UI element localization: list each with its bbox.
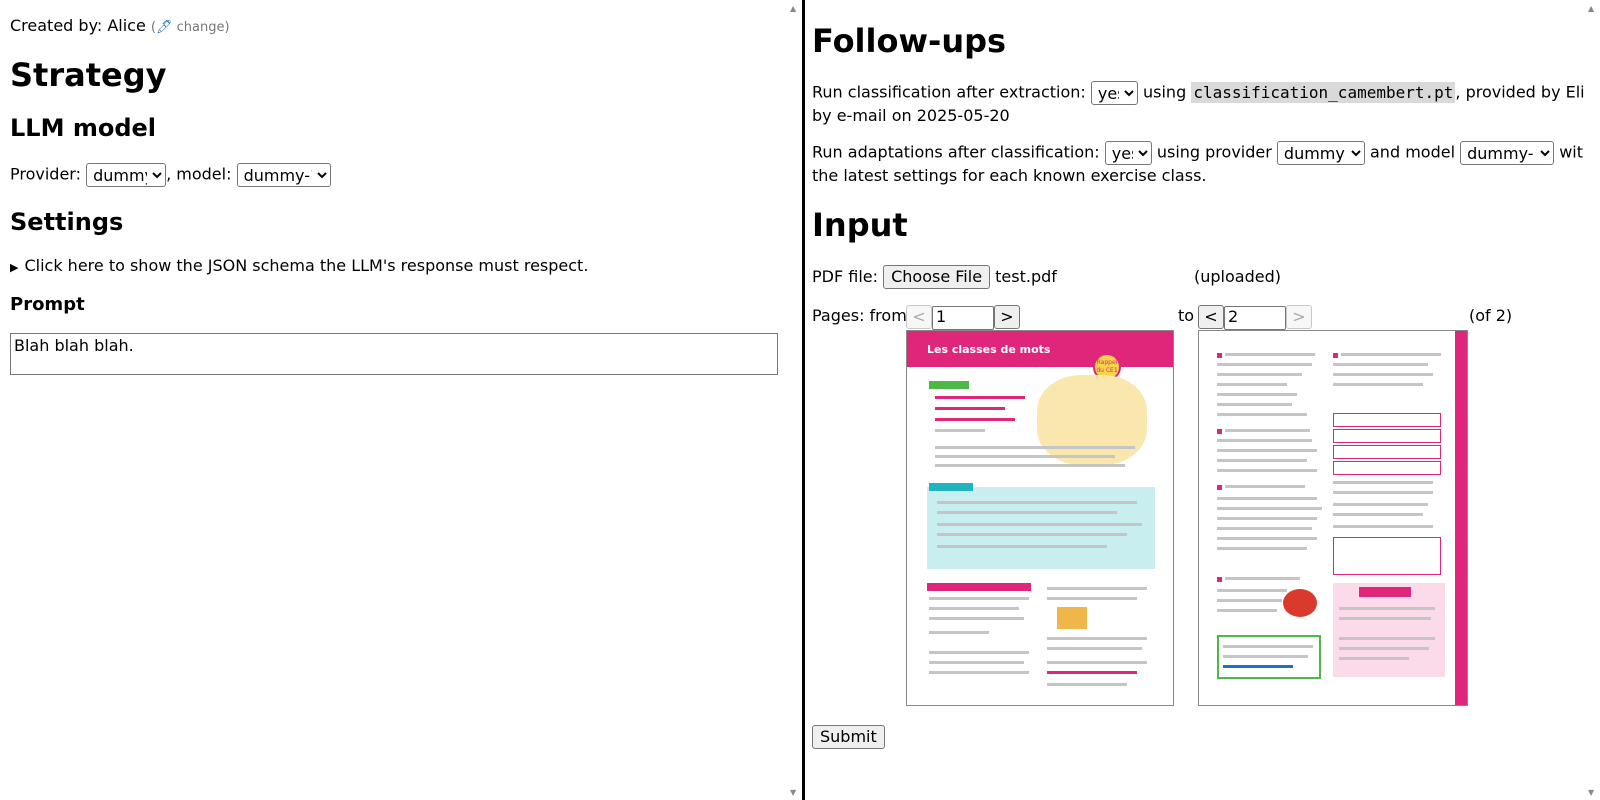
scroll-down-icon[interactable]: ▼ [790,788,796,797]
submit-row: Submit [812,725,885,749]
model-select[interactable]: dummy-1 [236,163,331,187]
adaptation-row: Run adaptations after classification: ye… [812,141,1584,165]
to-next-button[interactable]: > [1286,305,1312,329]
upload-status: (uploaded) [1194,267,1281,286]
page-2-side-strip [1455,331,1467,705]
change-link[interactable]: change [177,20,225,35]
disclosure-label: Click here to show the JSON schema the L… [24,256,589,275]
input-heading: Input [812,206,908,244]
file-name: test.pdf [995,267,1057,286]
from-controls: <1 > [906,305,1020,330]
prompt-heading: Prompt [10,294,85,315]
classification-model-file: classification_camembert.pt [1191,81,1456,103]
adaptation-with: with [1559,142,1584,162]
scroll-up-icon[interactable]: ▲ [1588,4,1594,13]
pages-from-label: Pages: from [812,306,907,325]
to-page-input[interactable]: 2 [1224,305,1286,330]
strategy-pane: Created by: Alice (🖊 change) Strategy LL… [0,0,786,800]
disclosure-triangle-icon: ▶ [10,261,19,274]
pdf-file-row: PDF file: Choose File test.pdf [812,265,1057,289]
provider-select[interactable]: dummy [86,163,167,187]
classification-provided-by: , provided by Elise [1455,82,1584,102]
json-schema-disclosure[interactable]: ▶ Click here to show the JSON schema the … [10,256,588,275]
adaptation-and-model: and model [1370,142,1456,162]
model-label: , model: [166,164,232,184]
ladybug-illustration [1283,589,1317,617]
adaptation-line2: the latest settings for each known exerc… [812,166,1207,185]
to-label: to [1178,306,1195,325]
llm-model-row: Provider: dummy , model: dummy-1 [10,163,331,187]
right-scrollbar[interactable]: ▲ ▼ [1584,0,1600,800]
classification-label: Run classification after extraction: [812,82,1086,102]
pencil-icon: 🖊 [156,20,173,35]
classification-using: using [1143,82,1187,102]
settings-heading: Settings [10,208,124,236]
page-1-illustration [1037,375,1147,465]
page-1-title: Les classes de mots [927,343,1051,356]
to-controls: <2 > [1198,305,1312,330]
classification-row: Run classification after extraction: yes… [812,81,1584,105]
from-next-button[interactable]: > [994,305,1020,329]
submit-button[interactable]: Submit [812,725,885,749]
provider-label: Provider: [10,164,81,184]
page-count: (of 2) [1469,306,1513,325]
adaptation-select[interactable]: yes [1104,141,1152,165]
pdf-file-label: PDF file: [812,267,879,286]
created-by-label: Created by: Alice [10,16,146,35]
adaptation-label: Run adaptations after classification: [812,142,1100,162]
prompt-textarea[interactable]: Blah blah blah. [10,333,778,375]
scroll-down-icon[interactable]: ▼ [1588,788,1594,797]
to-prev-button[interactable]: < [1198,305,1224,329]
page-1-thumbnail: Les classes de mots Rappel du CE1 [906,330,1174,706]
adaptation-using-provider: using provider [1156,142,1272,162]
from-page-input[interactable]: 1 [932,305,994,330]
classification-provided-date: by e-mail on 2025-05-20 [812,106,1010,125]
from-prev-button[interactable]: < [906,305,932,329]
llm-model-heading: LLM model [10,114,157,142]
created-by: Created by: Alice (🖊 change) [10,16,230,35]
left-scrollbar[interactable]: ▲ ▼ [786,0,802,800]
scroll-up-icon[interactable]: ▲ [790,4,796,13]
strategy-heading: Strategy [10,56,167,94]
followups-pane: Follow-ups Run classification after extr… [804,0,1584,800]
adaptation-model-select[interactable]: dummy-1 [1460,141,1555,165]
adaptation-provider-select[interactable]: dummy [1276,141,1365,165]
page-1-summary-box [927,487,1155,569]
choose-file-button[interactable]: Choose File [883,265,991,289]
followups-heading: Follow-ups [812,22,1007,60]
page-2-thumbnail [1198,330,1468,706]
page-2-table [1333,537,1441,575]
classification-select[interactable]: yes [1090,81,1138,105]
